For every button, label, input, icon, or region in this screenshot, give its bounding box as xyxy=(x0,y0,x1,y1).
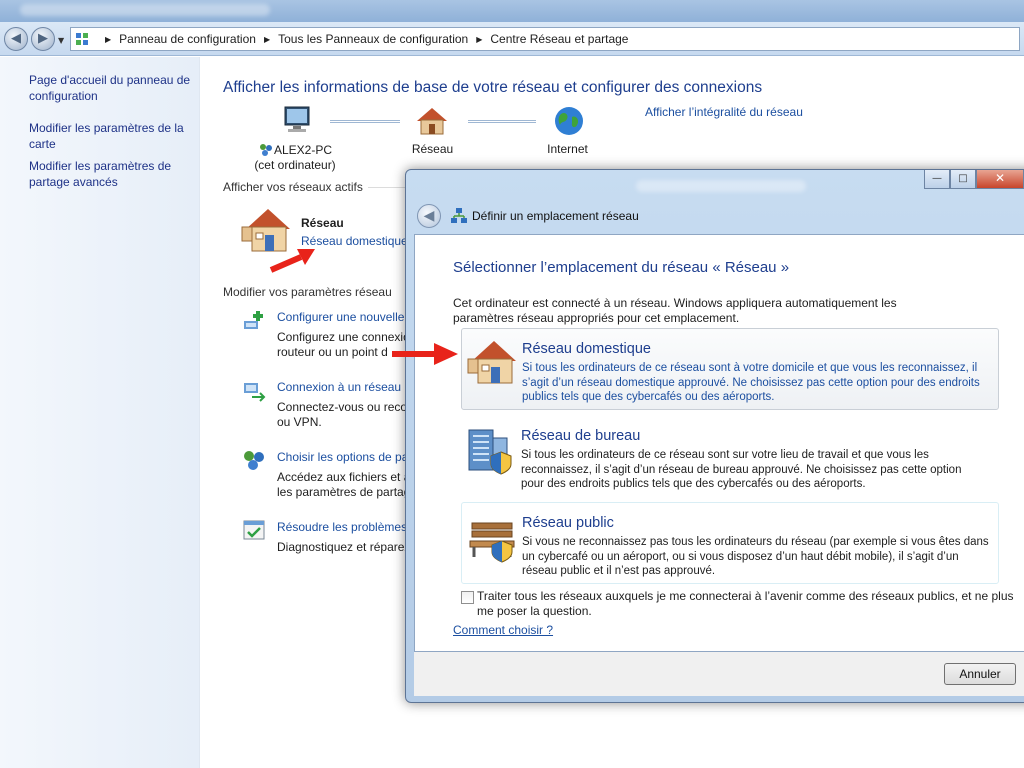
task-description: les paramètres de partag xyxy=(277,485,411,499)
sidebar-item-advanced-sharing[interactable]: Modifier les paramètres de partage avanc… xyxy=(29,158,194,190)
computer-name: ALEX2-PC xyxy=(273,143,333,157)
checkbox-label[interactable]: me poser la question. xyxy=(477,604,592,619)
dialog-intro: Cet ordinateur est connecté à un réseau.… xyxy=(453,296,897,310)
internet-node-label[interactable]: Internet xyxy=(540,142,595,156)
task-connect-link[interactable]: Connexion à un réseau xyxy=(277,380,401,395)
computer-node[interactable]: ALEX2-PC (cet ordinateur) xyxy=(240,142,350,172)
network-node-label[interactable]: Réseau xyxy=(405,142,460,156)
option-public-network[interactable]: Réseau public Si vous ne reconnaissez pa… xyxy=(461,502,999,584)
task-description: Diagnostiquez et réparez xyxy=(277,540,411,554)
navigation-bar: ◀ ▶ ▼ ▶ Panneau de configuration ▶ Tous … xyxy=(0,22,1024,56)
dialog-back-button[interactable]: ◀ xyxy=(417,204,441,228)
option-description-line: réseau public et il n’est pas approuvé. xyxy=(522,565,716,577)
option-description-line: Si vous ne reconnaissez pas tous les ord… xyxy=(522,536,989,548)
address-bar[interactable]: ▶ Panneau de configuration ▶ Tous les Pa… xyxy=(70,27,1020,51)
checkbox-label[interactable]: Traiter tous les réseaux auxquels je me … xyxy=(477,589,1014,604)
window-title-bar xyxy=(0,0,1024,22)
chevron-right-icon[interactable]: ▶ xyxy=(105,35,111,44)
left-task-pane: Page d'accueil du panneau de configurati… xyxy=(0,57,200,768)
page-title: Afficher les informations de base de vot… xyxy=(223,79,763,96)
active-networks-label: Afficher vos réseaux actifs xyxy=(223,180,363,194)
task-description: ou VPN. xyxy=(277,415,322,429)
dialog-heading: Sélectionner l’emplacement du réseau « R… xyxy=(453,259,790,276)
task-description: routeur ou un point d xyxy=(277,345,388,359)
breadcrumb-item[interactable]: Centre Réseau et partage xyxy=(490,32,628,46)
dialog-footer: Annuler xyxy=(414,652,1024,696)
option-title: Réseau de bureau xyxy=(521,428,641,444)
network-type-link[interactable]: Réseau domestique xyxy=(301,234,408,249)
chevron-right-icon[interactable]: ▶ xyxy=(476,35,482,44)
option-description: Si tous les ordinateurs de ce réseau son… xyxy=(521,448,991,492)
section-divider xyxy=(368,187,408,188)
homegroup-sharing-icon xyxy=(244,451,264,470)
task-sharing-options-link[interactable]: Choisir les options de pa xyxy=(277,450,408,465)
minimize-button[interactable]: — xyxy=(924,170,950,189)
option-description: Si tous les ordinateurs de ce réseau son… xyxy=(522,361,992,405)
close-button[interactable]: ✕ xyxy=(976,170,1024,189)
view-full-map-link[interactable]: Afficher l’intégralité du réseau xyxy=(645,105,803,119)
office-building-icon xyxy=(468,429,512,475)
park-bench-icon xyxy=(469,522,515,563)
task-troubleshoot-link[interactable]: Résoudre les problèmes xyxy=(277,520,407,535)
connect-to-network-icon xyxy=(244,383,266,402)
troubleshoot-icon xyxy=(243,520,265,540)
forward-button[interactable]: ▶ xyxy=(31,27,55,51)
task-new-connection-link[interactable]: Configurer une nouvelle xyxy=(277,310,404,325)
option-description-line: reconnaissez, il s’agit d’un réseau de b… xyxy=(521,463,962,476)
option-description-line: pour des endroits publics tels que des c… xyxy=(521,478,866,490)
network-location-dialog: — □ ✕ ◀ Définir un emplacement réseau Sé… xyxy=(405,169,1024,703)
new-connection-icon xyxy=(244,311,263,329)
treat-all-public-checkbox[interactable] xyxy=(461,591,474,604)
home-network-icon xyxy=(467,341,516,384)
home-network-icon xyxy=(417,108,447,135)
option-description: Si vous ne reconnaissez pas tous les ord… xyxy=(522,535,992,579)
option-description-line: s’agit d’un réseau domestique approuvé. … xyxy=(522,376,980,389)
help-choose-link[interactable]: Comment choisir ? xyxy=(453,623,553,638)
recent-pages-dropdown-icon[interactable]: ▼ xyxy=(58,36,64,45)
homegroup-icon xyxy=(259,144,272,156)
dialog-intro: paramètres réseau appropriés pour cet em… xyxy=(453,311,740,325)
option-title: Réseau public xyxy=(522,515,614,531)
dialog-title: Définir un emplacement réseau xyxy=(472,209,639,223)
internet-globe-icon xyxy=(555,107,583,135)
red-arrow-annotation xyxy=(269,249,315,273)
control-panel-icon xyxy=(76,33,88,45)
option-description-line: Si tous les ordinateurs de ce réseau son… xyxy=(521,449,929,461)
chevron-right-icon[interactable]: ▶ xyxy=(264,35,270,44)
task-description: Accédez aux fichiers et a xyxy=(277,470,411,484)
network-icon xyxy=(451,208,467,223)
computer-caption: (cet ordinateur) xyxy=(254,158,336,172)
map-link-line xyxy=(468,120,536,123)
dialog-body: Sélectionner l’emplacement du réseau « R… xyxy=(414,234,1024,652)
task-description: Connectez-vous ou reco xyxy=(277,400,408,414)
map-link-line xyxy=(330,120,400,123)
option-description-line: un cybercafé ou un aéroport, ou si vous … xyxy=(522,550,959,563)
maximize-button[interactable]: □ xyxy=(950,170,976,189)
breadcrumb: ▶ Panneau de configuration ▶ Tous les Pa… xyxy=(97,32,628,46)
sidebar-item-control-panel-home[interactable]: Page d'accueil du panneau de configurati… xyxy=(29,72,194,104)
option-work-network[interactable]: Réseau de bureau Si tous les ordinateurs… xyxy=(461,416,999,498)
change-settings-label: Modifier vos paramètres réseau xyxy=(223,285,392,299)
red-arrow-annotation xyxy=(392,343,458,365)
sidebar-item-adapter-settings[interactable]: Modifier les paramètres de la carte xyxy=(29,120,194,152)
option-title: Réseau domestique xyxy=(522,341,651,357)
breadcrumb-item[interactable]: Tous les Panneaux de configuration xyxy=(278,32,468,46)
breadcrumb-item[interactable]: Panneau de configuration xyxy=(119,32,256,46)
active-network-name: Réseau xyxy=(301,216,344,230)
cancel-button[interactable]: Annuler xyxy=(944,663,1016,685)
option-description-line: Si tous les ordinateurs de ce réseau son… xyxy=(522,362,978,374)
option-home-network[interactable]: Réseau domestique Si tous les ordinateur… xyxy=(461,328,999,410)
computer-icon xyxy=(284,106,310,132)
dialog-header: ◀ Définir un emplacement réseau xyxy=(414,200,1024,232)
option-description-line: publics tels que des cybercafés ou des a… xyxy=(522,391,775,403)
back-button[interactable]: ◀ xyxy=(4,27,28,51)
